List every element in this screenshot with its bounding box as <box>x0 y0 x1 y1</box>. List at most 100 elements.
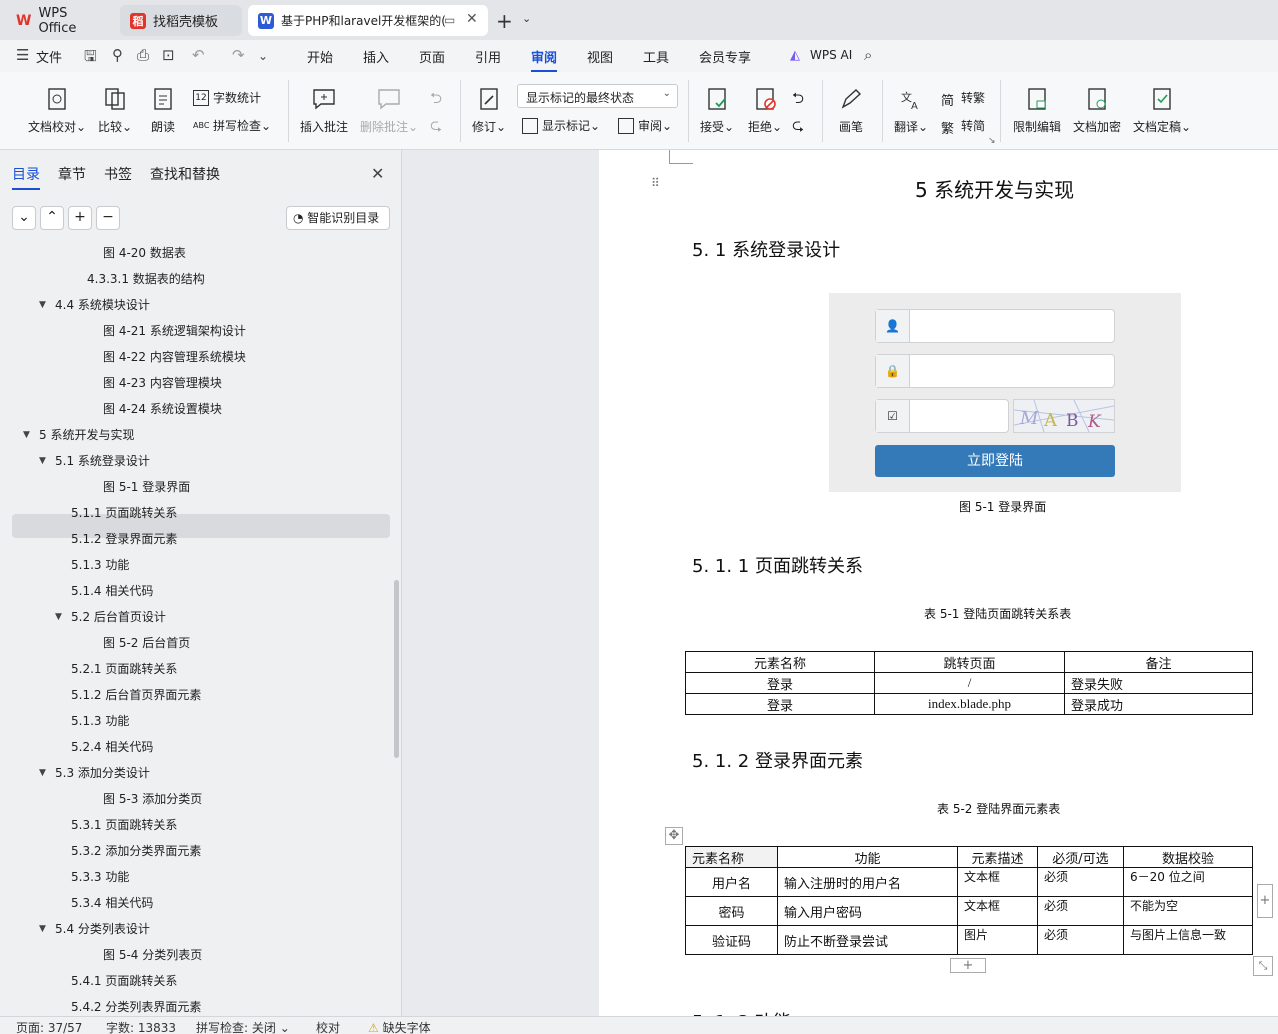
wps-ai-icon[interactable]: ◭ <box>790 48 800 63</box>
ribbon-expand-icon[interactable]: ↘ <box>988 136 996 146</box>
print-icon[interactable]: ⎙ <box>137 46 149 64</box>
finalize-button[interactable]: 文档定稿⌄ <box>1133 86 1191 135</box>
toc-item[interactable]: 5.1.2 登录界面元素 <box>71 526 177 552</box>
markup-state-select[interactable]: 显示标记的最终状态 ⌄ <box>517 84 678 108</box>
toc-item[interactable]: 图 4-23 内容管理模块 <box>103 370 222 396</box>
toc-item[interactable]: 图 5-1 登录界面 <box>103 474 190 500</box>
restrict-edit-button[interactable]: 限制编辑 <box>1013 86 1061 135</box>
show-markup-button[interactable]: 显示标记 ⌄ <box>522 117 600 134</box>
link-icon[interactable]: ⚲ <box>112 46 123 64</box>
expand-triangle-icon[interactable]: ▼ <box>23 430 30 440</box>
translate-button[interactable]: 文A 翻译⌄ <box>894 86 928 135</box>
chevron-down-icon[interactable]: ⌄ <box>522 12 531 25</box>
encrypt-button[interactable]: 文档加密 <box>1073 86 1121 135</box>
toc-item[interactable]: 5.2.4 相关代码 <box>71 734 153 760</box>
close-tab-icon[interactable]: ✕ <box>466 11 478 27</box>
doc-check-button[interactable]: 文档校对⌄ <box>28 86 86 135</box>
document-page[interactable]: ⠿ 5 系统开发与实现 5. 1 系统登录设计 👤 🔒 ☑ M A B K 立即… <box>599 150 1278 1016</box>
elements-table[interactable]: 元素名称 功能 元素描述 必须/可选 数据校验 用户名 输入注册时的用户名 文本… <box>685 846 1253 955</box>
compare-button[interactable]: 比较⌄ <box>98 86 132 135</box>
toc-item[interactable]: 5.4.1 页面跳转关系 <box>71 968 177 994</box>
tab-template[interactable]: 稻 找稻壳模板 <box>120 5 242 36</box>
spell-check-button[interactable]: ABC 拼写检查 ⌄ <box>193 117 271 134</box>
plus-icon[interactable]: + <box>68 206 92 230</box>
menu-member[interactable]: 会员专享 <box>699 47 751 66</box>
menu-insert[interactable]: 插入 <box>363 47 389 66</box>
toc-item[interactable]: 4.4 系统模块设计 <box>55 292 150 318</box>
toc-item[interactable]: 图 4-24 系统设置模块 <box>103 396 222 422</box>
toc-item[interactable]: 5.1.3 功能 <box>71 552 129 578</box>
to-simplified-button[interactable]: 繁 转简 <box>941 117 985 137</box>
toc-item[interactable]: 5.2 后台首页设计 <box>71 604 166 630</box>
toc-item[interactable]: 图 5-4 分类列表页 <box>103 942 202 968</box>
toc-item[interactable]: 5.3.4 相关代码 <box>71 890 153 916</box>
tab-document[interactable]: W 基于PHP和laravel开发框架的( ▭ ✕ <box>248 5 488 36</box>
toc-item[interactable]: 5.3 添加分类设计 <box>55 760 150 786</box>
expand-triangle-icon[interactable]: ▼ <box>39 924 46 934</box>
expand-triangle-icon[interactable]: ▼ <box>39 300 46 310</box>
nav-tab-toc[interactable]: 目录 <box>12 164 40 190</box>
undo-icon[interactable]: ↶ <box>192 46 205 64</box>
toc-item[interactable]: 图 5-2 后台首页 <box>103 630 190 656</box>
menu-wps-ai[interactable]: WPS AI <box>810 48 852 62</box>
save-icon[interactable]: 🖫 <box>84 46 97 71</box>
table-move-icon[interactable]: ✥ <box>665 827 683 845</box>
prev-comment-icon[interactable]: ⮌ <box>430 88 442 113</box>
monitor-icon[interactable]: ▭ <box>444 13 455 27</box>
hamburger-icon[interactable]: ☰ <box>16 46 29 64</box>
toc-item[interactable]: 5.1.4 相关代码 <box>71 578 153 604</box>
toc-item[interactable]: 5.4 分类列表设计 <box>55 916 150 942</box>
search-icon[interactable]: ⌕ <box>864 46 872 64</box>
menu-reference[interactable]: 引用 <box>475 47 501 66</box>
redirect-table[interactable]: 元素名称 跳转页面 备注 登录 / 登录失败 登录 index.blade.ph… <box>685 651 1253 715</box>
menu-review[interactable]: 审阅 <box>531 47 558 72</box>
menu-start[interactable]: 开始 <box>307 47 333 66</box>
proofread-status[interactable]: 校对 <box>316 1019 340 1034</box>
missing-font-status[interactable]: ⚠ 缺失字体 <box>368 1019 431 1034</box>
toc-item[interactable]: 5 系统开发与实现 <box>39 422 134 448</box>
smart-toc-button[interactable]: ◔ 智能识别目录 <box>286 206 390 230</box>
toc-item[interactable]: 5.1 系统登录设计 <box>55 448 150 474</box>
toc-item[interactable]: 5.1.2 后台首页界面元素 <box>71 682 201 708</box>
more-chevron-icon[interactable]: ⌄ <box>258 49 268 63</box>
reject-button[interactable]: 拒绝⌄ <box>748 86 782 135</box>
expand-triangle-icon[interactable]: ▼ <box>55 612 62 622</box>
toc-item[interactable]: 5.3.2 添加分类界面元素 <box>71 838 201 864</box>
add-column-icon[interactable]: + <box>1257 884 1273 918</box>
review-pane-button[interactable]: 审阅 ⌄ <box>618 117 672 134</box>
close-pane-icon[interactable]: ✕ <box>371 164 384 183</box>
preview-icon[interactable]: ⊡ <box>162 46 175 64</box>
toc-item[interactable]: 5.1.1 页面跳转关系 <box>71 500 177 526</box>
toc-item[interactable]: 图 4-21 系统逻辑架构设计 <box>103 318 246 344</box>
minus-icon[interactable]: − <box>96 206 120 230</box>
nav-tab-chapter[interactable]: 章节 <box>58 164 86 184</box>
track-changes-button[interactable]: 修订⌄ <box>472 86 506 135</box>
toc-item[interactable]: 图 4-22 内容管理系统模块 <box>103 344 246 370</box>
word-count-status[interactable]: 字数: 13833 <box>106 1019 176 1034</box>
word-count-button[interactable]: 12 字数统计 <box>193 89 261 106</box>
toc-item[interactable]: 4.3.3.1 数据表的结构 <box>87 266 205 292</box>
spell-check-status[interactable]: 拼写检查: 关闭 ⌄ <box>196 1019 290 1034</box>
nav-tab-bookmark[interactable]: 书签 <box>104 164 132 184</box>
new-tab-icon[interactable]: + <box>496 9 513 33</box>
add-row-icon[interactable]: + <box>950 958 986 973</box>
tab-wps-office[interactable]: W WPS Office <box>6 5 114 36</box>
pen-button[interactable]: 画笔 <box>838 86 864 135</box>
delete-comment-button[interactable]: 删除批注⌄ <box>360 86 418 135</box>
to-traditional-button[interactable]: 简 转繁 <box>941 89 985 109</box>
read-aloud-button[interactable]: 朗读 <box>150 86 176 135</box>
menu-page[interactable]: 页面 <box>419 47 445 66</box>
page-indicator[interactable]: 页面: 37/57 <box>16 1019 82 1034</box>
toc-item[interactable]: 5.3.1 页面跳转关系 <box>71 812 177 838</box>
menu-tools[interactable]: 工具 <box>643 47 669 66</box>
insert-comment-button[interactable]: 插入批注 <box>300 86 348 135</box>
toc-item[interactable]: 图 5-3 添加分类页 <box>103 786 202 812</box>
menu-view[interactable]: 视图 <box>587 47 613 66</box>
collapse-chevron-down-icon[interactable]: ⌄ <box>12 206 36 230</box>
next-comment-icon[interactable]: ⮎ <box>430 115 442 140</box>
expand-triangle-icon[interactable]: ▼ <box>39 456 46 466</box>
accept-button[interactable]: 接受⌄ <box>700 86 734 135</box>
redo-icon[interactable]: ↷ <box>232 46 245 64</box>
expand-triangle-icon[interactable]: ▼ <box>39 768 46 778</box>
menu-file[interactable]: 文件 <box>36 47 62 66</box>
